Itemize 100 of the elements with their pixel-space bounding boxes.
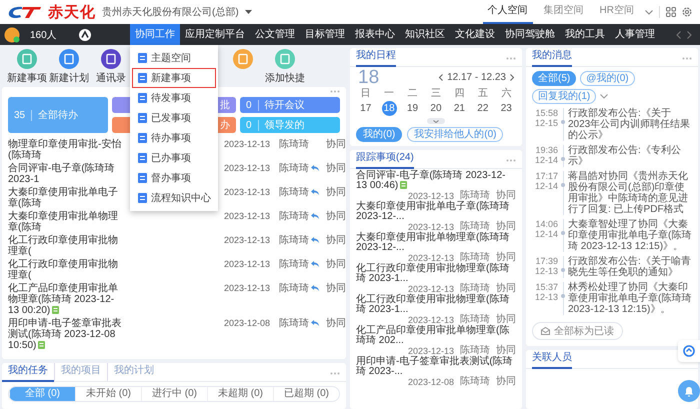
chevron-left-icon[interactable] <box>676 30 681 38</box>
message-time: 19:36 <box>534 145 558 155</box>
item-person: 陈琦琦 <box>460 191 490 201</box>
grid-icon[interactable] <box>666 7 676 17</box>
filter-tab[interactable]: 未超期 (0) <box>207 387 273 401</box>
nav-item[interactable]: 我的工具 <box>560 24 610 45</box>
message-text[interactable]: 行政部发布公告:《关于2023年公司内训师聘任结果的公示》 <box>568 108 692 141</box>
shortcut-label[interactable]: 添加快捷 <box>265 71 305 85</box>
menu-item[interactable]: 流程知识中心 <box>132 188 216 208</box>
more-icon[interactable] <box>506 159 516 162</box>
nav-item[interactable]: 应用定制平台 <box>180 24 250 45</box>
calendar-day[interactable]: 20 <box>428 100 444 116</box>
item-type: 协同 <box>496 222 516 232</box>
message-text[interactable]: 行政部发布公告:《关于喻青晓先生等任免职的通知》 <box>568 256 692 278</box>
calendar-day[interactable]: 23 <box>498 100 514 116</box>
shortcut-label[interactable]: 新建事项 <box>7 71 47 85</box>
nav-item[interactable]: 文化建设 <box>450 24 500 45</box>
item-person: 陈琦琦 <box>460 346 490 356</box>
message-text[interactable]: 行政部发布公告:《专利公示》 <box>568 145 692 167</box>
panel-tab[interactable]: 我的任务 <box>2 363 54 382</box>
mark-all-read-button[interactable]: 全部标为已读 <box>532 322 623 340</box>
item-date: 2023-12-13 <box>408 191 454 201</box>
nav-item[interactable]: 人事管理 <box>610 24 660 45</box>
calendar-day[interactable]: 17 <box>358 100 374 116</box>
caret-icon[interactable] <box>244 10 252 14</box>
shortcut-icon[interactable] <box>59 49 79 69</box>
item-date: 2023-12-08 <box>224 318 272 330</box>
item-title[interactable]: 大秦印章使用审批单电子章(陈琦琦 2023-12-... <box>356 202 516 222</box>
item-date: 2023-12-13 <box>224 163 272 175</box>
chevron-right-icon[interactable] <box>687 30 692 38</box>
item-type: 协同 <box>496 284 516 294</box>
expand-button[interactable] <box>427 118 445 124</box>
app-icon[interactable] <box>78 28 91 40</box>
message-date: 12-15 <box>534 118 558 128</box>
filter-tab[interactable]: 已超期 (0) <box>273 387 339 401</box>
menu-item[interactable]: 已办事项 <box>132 148 216 168</box>
company-name: 贵州赤天化股份有限公司(总部) <box>102 6 239 19</box>
item-title[interactable]: 化工产品印章使用审批单物理章(陈琦琦 202... <box>356 326 516 346</box>
space-tab[interactable]: 集团空间 <box>538 0 589 24</box>
document-icon <box>138 153 147 163</box>
nav-item[interactable]: 协同工作 <box>130 24 180 45</box>
document-icon <box>138 53 147 63</box>
item-title[interactable]: 化工行政印章使用审批物理章(陈琦琦 2023-1... <box>356 295 516 315</box>
item-title[interactable]: 合同评审-电子章(陈琦琦 2023-1 <box>8 163 122 185</box>
item-person: 陈琦琦 <box>279 235 309 246</box>
message-date: 12-13 <box>534 266 558 276</box>
item-title[interactable]: 化工行政印章使用审批物理章(陈琦琦 2023-1... <box>356 264 516 284</box>
message-text[interactable]: 蒋昌皓对协同《贵州赤天化股份有限公司(总部)印章使用审批》中陈琦琦的意见进行了回复: 已上传PDF格式 <box>568 171 692 215</box>
item-title[interactable]: 化工行政印章使用审批物理章( <box>8 259 122 281</box>
menu-item[interactable]: 待办事项 <box>132 128 216 148</box>
more-icon[interactable] <box>682 57 692 60</box>
item-title[interactable]: 化工产品印章使用审批单物理章(陈琦琦 2023-12-13 00:20) <box>8 283 122 316</box>
filter-tab[interactable]: 未开始 (0) <box>75 387 141 401</box>
chevron-right-icon[interactable] <box>510 74 514 81</box>
message-text[interactable]: 林秀松处理了协同《大秦印章使用审批单电子章(陈琦琦 2023-12-13 12:15)》。 <box>568 282 692 315</box>
shortcut-label[interactable]: 新建计划 <box>49 71 89 85</box>
more-icon[interactable] <box>330 372 340 375</box>
item-title[interactable]: 大秦印章使用审批单物理章(陈琦 <box>8 211 122 233</box>
menu-item[interactable]: 督办事项 <box>132 168 216 188</box>
item-date: 2023-12-13 <box>224 211 272 223</box>
calendar-day[interactable]: 19 <box>405 100 420 116</box>
menu-item[interactable]: 新建事项 <box>132 68 216 88</box>
message-text[interactable]: 大秦章智处理了协同《大秦印章使用审批单电子章(陈琦琦 2023-12-13 12:15)》。 <box>568 219 692 252</box>
logo-icon <box>8 5 42 19</box>
menu-item[interactable]: 待发事项 <box>132 88 216 108</box>
nav-item[interactable]: 知识社区 <box>400 24 450 45</box>
message-time: 17:17 <box>534 171 558 181</box>
timeline-dot <box>561 120 565 124</box>
calendar-day[interactable]: 21 <box>452 100 467 116</box>
shortcut-icon[interactable] <box>101 49 121 69</box>
item-date: 2023-12-08 <box>408 377 454 387</box>
nav-item[interactable]: 协同驾驶舱 <box>500 24 560 45</box>
item-type: 协同 <box>496 315 516 325</box>
calendar-day[interactable]: 22 <box>475 100 490 116</box>
nav-item[interactable]: 公文管理 <box>250 24 300 45</box>
item-title[interactable]: 大秦印章使用审批单物理章(陈琦琦 2023-12-... <box>356 233 516 253</box>
more-icon[interactable] <box>330 90 340 93</box>
item-title[interactable]: 合同评审-电子章(陈琦琦 2023-12-13 00:46) <box>356 171 516 191</box>
item-title[interactable]: 用印申请-电子签章审批表测试(陈琦琦 2023-12-08 10:50) <box>8 318 122 351</box>
menu-item[interactable]: 主题空间 <box>132 48 216 68</box>
nav-item[interactable]: 报表中心 <box>350 24 400 45</box>
chevron-down-icon[interactable] <box>645 10 653 14</box>
chevron-left-icon[interactable] <box>439 74 444 81</box>
item-title[interactable]: 用印申请-电子签章审批表测试(陈琦琦 2023-... <box>356 357 516 377</box>
item-person: 陈琦琦 <box>279 139 309 150</box>
item-title[interactable]: 大秦印章使用审批单电子章(陈琦 <box>8 187 122 209</box>
item-type: 协同 <box>326 259 346 272</box>
settings-icon[interactable] <box>682 7 692 17</box>
item-title[interactable]: 化工行政印章使用审批物理章( <box>8 235 122 257</box>
menu-item[interactable]: 已发事项 <box>132 108 216 128</box>
more-icon[interactable] <box>506 57 516 60</box>
item-type: 协同 <box>326 235 346 248</box>
nav-item[interactable]: 目标管理 <box>300 24 350 45</box>
document-icon <box>138 73 147 83</box>
shortcut-label[interactable]: 通讯录 <box>96 71 126 85</box>
item-date: 2023-12-13 <box>224 139 272 151</box>
space-tab[interactable]: HR空间 <box>594 0 639 24</box>
item-title[interactable]: 物理章印章使用审批-安怡(陈琦琦 <box>8 139 122 161</box>
chevron-down-icon[interactable] <box>600 94 608 99</box>
filter-tab[interactable]: 进行中 (0) <box>141 387 207 401</box>
